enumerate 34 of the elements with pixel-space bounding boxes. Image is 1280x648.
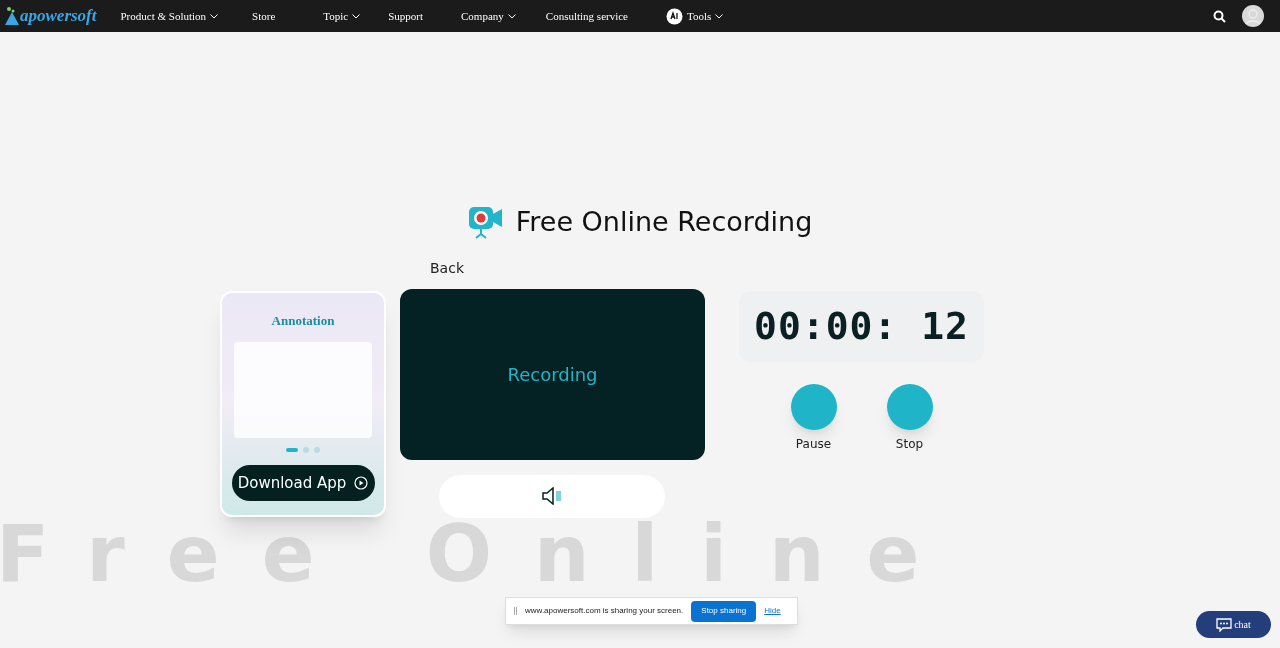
back-link[interactable]: Back xyxy=(430,257,705,279)
hide-link[interactable]: Hide xyxy=(764,605,781,617)
nav-menu-item[interactable]: Company xyxy=(461,7,516,25)
download-app-button[interactable]: Download App xyxy=(231,465,375,501)
play-circle-icon xyxy=(354,476,369,490)
card-heading: Annotation xyxy=(271,311,335,330)
logo[interactable]: apowersoft xyxy=(4,3,97,29)
search-icon[interactable] xyxy=(1213,9,1226,23)
sharing-message: www.apowersoft.com is sharing your screen. xyxy=(525,605,684,617)
nav-menu-item[interactable]: Support xyxy=(388,7,424,25)
chevron-down-icon xyxy=(507,13,516,19)
avatar-icon[interactable] xyxy=(1242,5,1264,27)
drag-handle-icon[interactable] xyxy=(514,607,517,615)
page-title: Free Online Recording xyxy=(515,205,813,239)
ai-badge-icon xyxy=(666,7,683,25)
nav-menu-item[interactable]: Tools xyxy=(666,7,724,25)
round-control-button[interactable] xyxy=(886,383,933,430)
chevron-down-icon xyxy=(715,13,724,19)
timer-display: 00:00: 12 xyxy=(739,290,984,362)
nav-menu-item[interactable]: Product & Solution xyxy=(120,7,219,25)
round-control-button[interactable] xyxy=(790,383,837,430)
video-camera-icon xyxy=(467,205,504,240)
control-label: Stop xyxy=(895,435,924,453)
nav-menu-item[interactable]: Consulting service xyxy=(545,7,628,25)
speaker-icon[interactable] xyxy=(542,487,562,505)
nav-menu-item[interactable]: Topic xyxy=(323,7,361,25)
chevron-down-icon xyxy=(352,13,361,19)
chat-button[interactable]: chat xyxy=(1196,611,1271,638)
stop-sharing-button[interactable]: Stop sharing xyxy=(691,600,757,622)
chevron-down-icon xyxy=(210,13,219,19)
chat-bubble-icon xyxy=(1216,617,1233,632)
control-label: Pause xyxy=(795,435,832,453)
recording-status: Recording xyxy=(507,362,598,387)
nav-menu-item[interactable]: Store xyxy=(252,7,276,25)
